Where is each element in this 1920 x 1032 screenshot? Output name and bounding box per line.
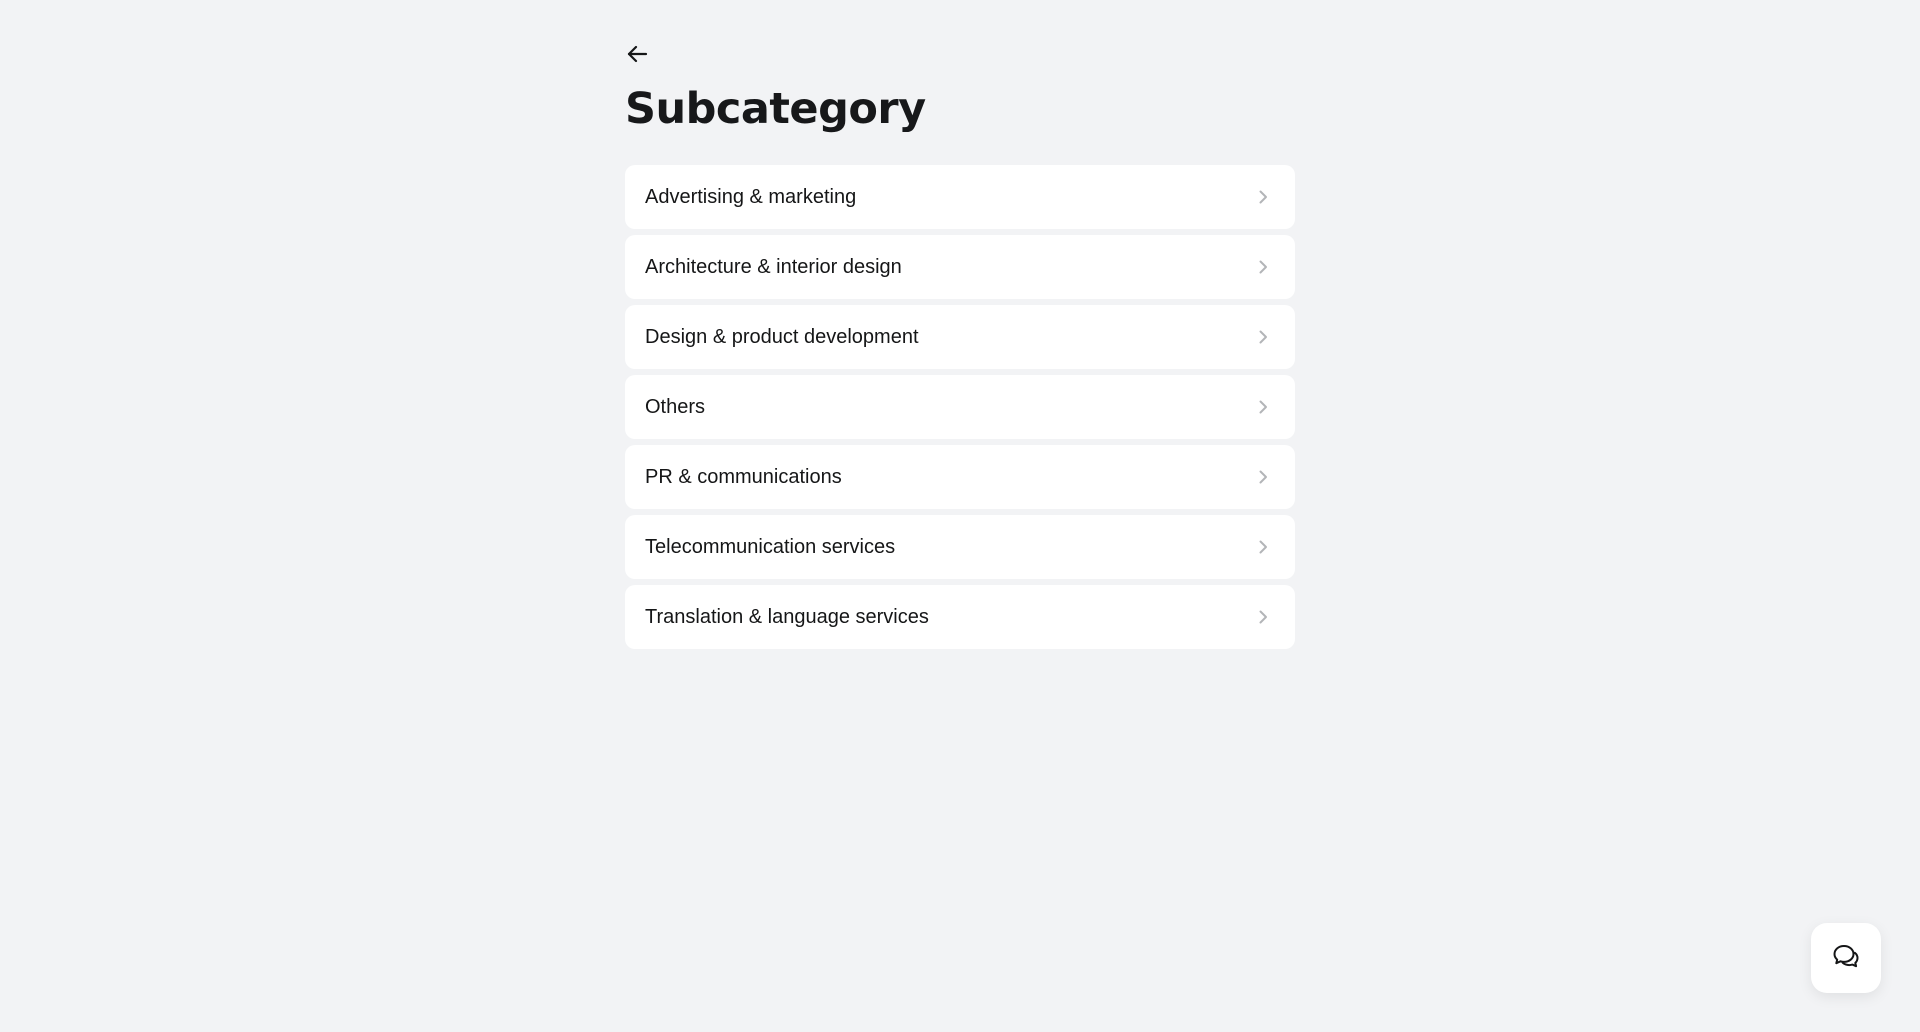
subcategory-list: Advertising & marketing Architecture & i… [625,165,1295,649]
page-title: Subcategory [625,84,926,134]
list-item-label: Others [645,395,706,418]
list-item-label: Advertising & marketing [645,185,857,208]
list-item-label: Translation & language services [645,605,929,628]
chevron-right-icon [1253,327,1273,347]
list-item[interactable]: Advertising & marketing [625,165,1295,229]
list-item[interactable]: Design & product development [625,305,1295,369]
list-item[interactable]: Architecture & interior design [625,235,1295,299]
chevron-right-icon [1253,537,1273,557]
list-item-label: Telecommunication services [645,535,896,558]
list-item-label: Design & product development [645,325,919,348]
chevron-right-icon [1253,397,1273,417]
back-button[interactable] [625,42,649,66]
list-item[interactable]: PR & communications [625,445,1295,509]
chevron-right-icon [1253,467,1273,487]
list-item[interactable]: Telecommunication services [625,515,1295,579]
page: Subcategory Advertising & marketing Arch… [0,0,1920,1032]
chat-bubbles-icon [1830,941,1862,976]
chat-button[interactable] [1811,923,1881,993]
main-content: Subcategory Advertising & marketing Arch… [625,38,1295,649]
list-item-label: PR & communications [645,465,842,488]
chevron-right-icon [1253,607,1273,627]
chevron-right-icon [1253,257,1273,277]
arrow-left-icon [625,42,649,66]
list-item-label: Architecture & interior design [645,255,902,278]
chevron-right-icon [1253,187,1273,207]
list-item[interactable]: Others [625,375,1295,439]
list-item[interactable]: Translation & language services [625,585,1295,649]
